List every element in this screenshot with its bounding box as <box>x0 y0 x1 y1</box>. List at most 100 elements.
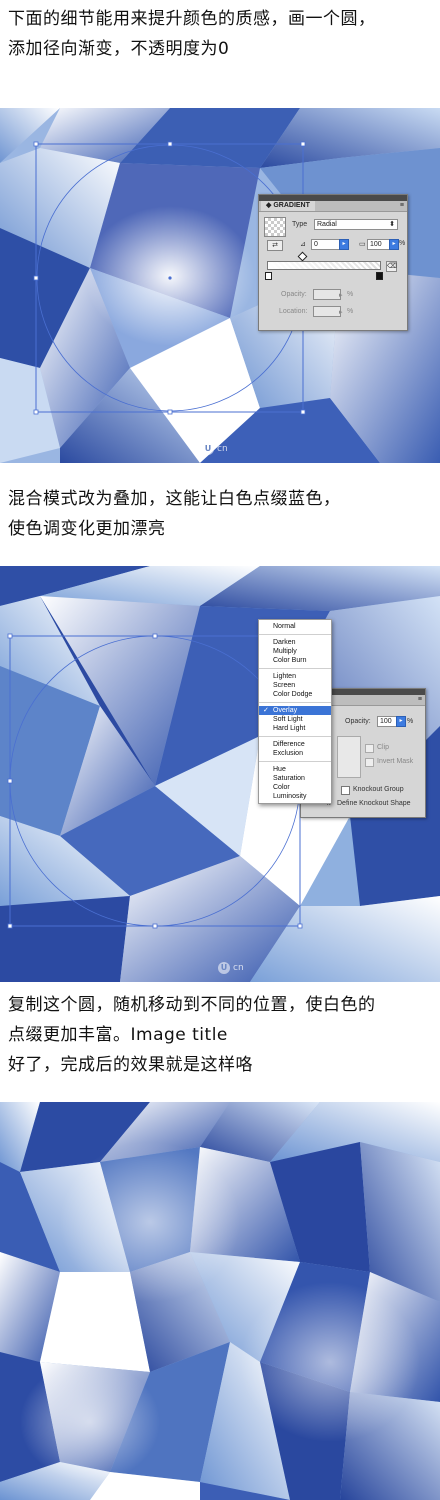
panel-menu-icon[interactable]: ≡ <box>418 695 422 705</box>
knockout-group-checkbox[interactable] <box>341 786 350 795</box>
blend-mode-label: Normal <box>273 623 296 630</box>
aspect-dropdown-button[interactable]: ▸ <box>389 239 399 250</box>
blend-mode-label: Screen <box>273 682 296 689</box>
polygon-background <box>0 1102 440 1500</box>
type-label: Type <box>292 221 308 228</box>
clip-checkbox[interactable] <box>365 744 374 753</box>
step-text-3: 复制这个圆，随机移动到不同的位置，使白色的 点缀更加丰富。Image title… <box>8 990 432 1080</box>
blend-mode-item-overlay[interactable]: ✓ Overlay <box>259 706 331 715</box>
gradient-stop-start[interactable] <box>265 272 272 280</box>
location-arrow[interactable]: ▸ <box>339 308 343 316</box>
location-label: Location: <box>279 308 308 315</box>
opacity-percent: % <box>347 291 354 298</box>
blend-mode-item-hue[interactable]: Hue <box>259 765 331 774</box>
opacity-field[interactable]: 100 <box>377 716 397 727</box>
step-text-2: 混合模式改为叠加，这能让白色点缀蓝色， 使色调变化更加漂亮 <box>8 484 432 544</box>
blend-mode-item-difference[interactable]: Difference <box>259 740 331 749</box>
midpoint-diamond[interactable] <box>297 251 308 262</box>
text-line: 混合模式改为叠加，这能让白色点缀蓝色， <box>8 489 341 509</box>
invert-mask-label: Invert Mask <box>377 758 414 765</box>
blend-mode-item-color[interactable]: Color <box>259 783 331 792</box>
type-select[interactable]: Radial ⬍ <box>314 219 398 230</box>
blend-mode-item-normal[interactable]: Normal <box>259 622 331 631</box>
screenshot-gradient-step: ◆ GRADIENT ≡ Type Radial ⬍ ⇄ ⊿ 0 ▸ ▭ 100 … <box>0 108 440 463</box>
watermark: Ucn <box>218 962 244 974</box>
panel-tabbar: ◆ GRADIENT ≡ <box>259 201 407 212</box>
blend-mode-label: Color Burn <box>273 657 307 664</box>
blend-mode-item-screen[interactable]: Screen <box>259 681 331 690</box>
location-field[interactable] <box>313 306 341 317</box>
blend-mode-item-color-dodge[interactable]: Color Dodge <box>259 690 331 699</box>
text-line: 下面的细节能用来提升颜色的质感，画一个圆， <box>8 9 376 29</box>
blend-mode-item-exclusion[interactable]: Exclusion <box>259 749 331 758</box>
blend-mode-label: Luminosity <box>273 793 307 800</box>
watermark: Ucn <box>202 443 228 455</box>
final-result-image <box>0 1102 440 1500</box>
aspect-field[interactable]: 100 <box>367 239 391 250</box>
gradient-tab[interactable]: ◆ GRADIENT <box>261 201 315 211</box>
blend-mode-label: Exclusion <box>273 750 303 757</box>
blend-mode-label: Darken <box>273 639 296 646</box>
blend-mode-item-saturation[interactable]: Saturation <box>259 774 331 783</box>
blend-mode-label: Color <box>273 784 290 791</box>
trash-icon[interactable]: ⌫ <box>386 261 397 272</box>
text-line: 复制这个圆，随机移动到不同的位置，使白色的 <box>8 995 376 1015</box>
blend-mode-label: Soft Light <box>273 716 303 723</box>
blend-mode-item-multiply[interactable]: Multiply <box>259 647 331 656</box>
opacity-percent: % <box>407 718 414 725</box>
watermark-logo-icon: U <box>202 443 214 455</box>
text-line: 点缀更加丰富。Image title <box>8 1025 228 1045</box>
mask-thumbnail[interactable] <box>337 736 361 778</box>
knockout-group-label: Knockout Group <box>353 786 404 793</box>
menu-separator <box>259 634 331 635</box>
opacity-arrow[interactable]: ▸ <box>339 291 343 299</box>
aspect-percent: % <box>399 240 406 247</box>
panel-menu-icon[interactable]: ≡ <box>400 201 404 211</box>
blend-mode-item-darken[interactable]: Darken <box>259 638 331 647</box>
blend-mode-label: Hard Light <box>273 725 306 732</box>
checkmark-icon: ✓ <box>263 707 269 714</box>
angle-field[interactable]: 0 <box>311 239 341 250</box>
gradient-stop-end[interactable] <box>376 272 383 280</box>
blend-mode-label: Multiply <box>273 648 297 655</box>
watermark-logo-icon: U <box>218 962 230 974</box>
blend-mode-label: Lighten <box>273 673 296 680</box>
gradient-swatch[interactable] <box>264 217 286 237</box>
opacity-field[interactable] <box>313 289 341 300</box>
blend-mode-item-hard-light[interactable]: Hard Light <box>259 724 331 733</box>
watermark-text: cn <box>217 444 228 454</box>
opacity-label: Opacity: <box>281 291 307 298</box>
blend-mode-item-luminosity[interactable]: Luminosity <box>259 792 331 801</box>
blend-mode-item-soft-light[interactable]: Soft Light <box>259 715 331 724</box>
gradient-slider[interactable] <box>267 261 381 270</box>
define-knockout-label: Define Knockout Shape <box>337 800 411 807</box>
blend-mode-label: Saturation <box>273 775 305 782</box>
blend-mode-label: Overlay <box>273 707 298 714</box>
location-percent: % <box>347 308 354 315</box>
step-text-1: 下面的细节能用来提升颜色的质感，画一个圆， 添加径向渐变，不透明度为0 <box>8 4 432 64</box>
text-line: 使色调变化更加漂亮 <box>8 519 166 539</box>
invert-mask-checkbox[interactable] <box>365 758 374 767</box>
blend-mode-label: Color Dodge <box>273 691 313 698</box>
menu-separator <box>259 761 331 762</box>
watermark-text: cn <box>233 963 244 973</box>
text-line: 好了，完成后的效果就是这样咯 <box>8 1055 253 1075</box>
angle-icon: ⊿ <box>300 241 306 248</box>
angle-dropdown-button[interactable]: ▸ <box>339 239 349 250</box>
blend-mode-label: Hue <box>273 766 286 773</box>
screenshot-blend-step: ≡ Opacity: 100 ▸ % Clip Invert Mask g Kn… <box>0 566 440 982</box>
aspect-icon: ▭ <box>359 241 366 248</box>
text-line: 添加径向渐变，不透明度为0 <box>8 39 230 59</box>
blend-mode-item-color-burn[interactable]: Color Burn <box>259 656 331 665</box>
clip-label: Clip <box>377 744 390 751</box>
reverse-gradient-icon[interactable]: ⇄ <box>267 240 283 251</box>
menu-separator <box>259 668 331 669</box>
type-select-value: Radial <box>317 221 337 228</box>
chevron-down-icon: ⬍ <box>389 221 395 228</box>
blend-mode-menu: Normal Darken Multiply Color Burn Lighten Scr… <box>258 619 332 804</box>
blend-mode-item-lighten[interactable]: Lighten <box>259 672 331 681</box>
gradient-panel: ◆ GRADIENT ≡ Type Radial ⬍ ⇄ ⊿ 0 ▸ ▭ 100 … <box>258 194 408 331</box>
menu-separator <box>259 736 331 737</box>
opacity-dropdown-button[interactable]: ▸ <box>396 716 406 727</box>
menu-separator <box>259 702 331 703</box>
